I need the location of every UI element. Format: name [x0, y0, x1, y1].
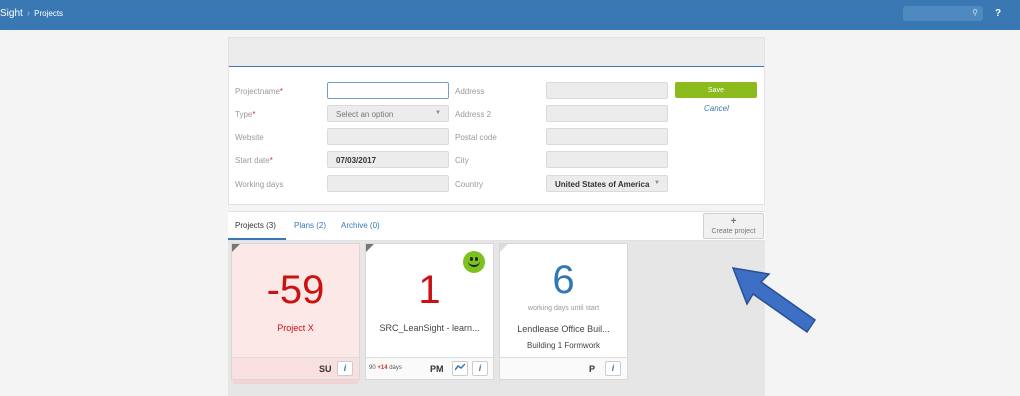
card-corner-icon: [500, 244, 508, 252]
project-card[interactable]: 6 working days until start Lendlease Off…: [499, 243, 628, 380]
working-days-input[interactable]: [327, 175, 449, 192]
search-input[interactable]: ⚲: [903, 6, 983, 21]
project-card[interactable]: -59 Project X SU i: [231, 243, 360, 380]
card-footer: 90 +14 days PM i: [366, 357, 493, 379]
panel-header: [229, 38, 764, 67]
card-footer: SU i: [232, 357, 359, 379]
chevron-down-icon: ▼: [435, 110, 441, 116]
days-count: 1: [418, 268, 441, 312]
country-select[interactable]: United States of America ▼: [546, 175, 668, 192]
postal-code-input[interactable]: [546, 128, 668, 145]
card-stack-shadow: [233, 380, 358, 384]
start-date-input[interactable]: 07/03/2017: [327, 151, 449, 168]
project-subtitle: Building 1 Formwork: [527, 341, 600, 350]
working-days-label: Working days: [235, 180, 284, 189]
cancel-link[interactable]: Cancel: [704, 104, 729, 113]
days-count: -59: [266, 268, 325, 312]
help-button[interactable]: ?: [995, 8, 1001, 19]
plus-icon: +: [730, 216, 737, 227]
tab-plans[interactable]: Plans (2): [294, 221, 326, 230]
projectname-input[interactable]: [327, 82, 449, 99]
breadcrumb-projects[interactable]: Projects: [34, 9, 63, 18]
info-icon[interactable]: i: [337, 361, 353, 376]
new-project-panel: [228, 37, 765, 205]
save-button[interactable]: Save: [675, 82, 757, 98]
create-project-button[interactable]: + Create project: [703, 213, 764, 239]
type-select[interactable]: Select an option ▼: [327, 105, 449, 122]
type-select-value: Select an option: [336, 110, 394, 119]
annotation-arrow: [731, 267, 817, 334]
city-input[interactable]: [546, 151, 668, 168]
card-corner-icon: [232, 244, 240, 252]
project-title: Project X: [277, 323, 314, 333]
address-input[interactable]: [546, 82, 668, 99]
user-initials: PM: [430, 364, 444, 374]
project-title: SRC_LeanSight - learn...: [379, 323, 480, 333]
card-corner-icon: [366, 244, 374, 252]
countdown-caption: working days until start: [527, 305, 600, 312]
info-icon[interactable]: i: [605, 361, 621, 376]
address-label: Address: [455, 87, 485, 96]
postal-code-label: Postal code: [455, 133, 497, 142]
breadcrumb-separator: ›: [26, 8, 31, 19]
top-bar: Sight › Projects ⚲ ?: [0, 0, 1020, 30]
project-title: Lendlease Office Buil...: [517, 324, 610, 334]
days-count: 6: [552, 258, 575, 302]
tab-projects[interactable]: Projects (3): [235, 221, 276, 230]
info-icon[interactable]: i: [472, 361, 488, 376]
country-label: Country: [455, 180, 484, 189]
address2-label: Address 2: [455, 110, 492, 119]
address2-input[interactable]: [546, 105, 668, 122]
tab-archive[interactable]: Archive (0): [341, 221, 380, 230]
create-project-label: Create project: [711, 228, 756, 235]
user-initials: SU: [319, 364, 332, 374]
website-label: Website: [235, 133, 264, 142]
project-card[interactable]: 1 SRC_LeanSight - learn... 90 +14 days P…: [365, 243, 494, 380]
type-label: Type*: [235, 110, 256, 119]
website-input[interactable]: [327, 128, 449, 145]
card-footer: P i: [500, 357, 627, 379]
smiley-mouth: [468, 261, 480, 267]
breadcrumb: Sight › Projects: [0, 8, 63, 19]
active-tab-indicator: [228, 238, 286, 240]
city-label: City: [455, 156, 469, 165]
user-initials: P: [589, 364, 596, 374]
trend-icon[interactable]: [452, 361, 468, 376]
app-brand[interactable]: Sight: [0, 8, 23, 19]
search-icon: ⚲: [972, 8, 978, 17]
chevron-down-icon: ▼: [654, 180, 660, 186]
country-select-value: United States of America: [555, 180, 650, 189]
start-date-label: Start date*: [235, 156, 273, 165]
projectname-label: Projectname*: [235, 87, 284, 96]
days-delay: 90 +14 days: [369, 365, 402, 371]
